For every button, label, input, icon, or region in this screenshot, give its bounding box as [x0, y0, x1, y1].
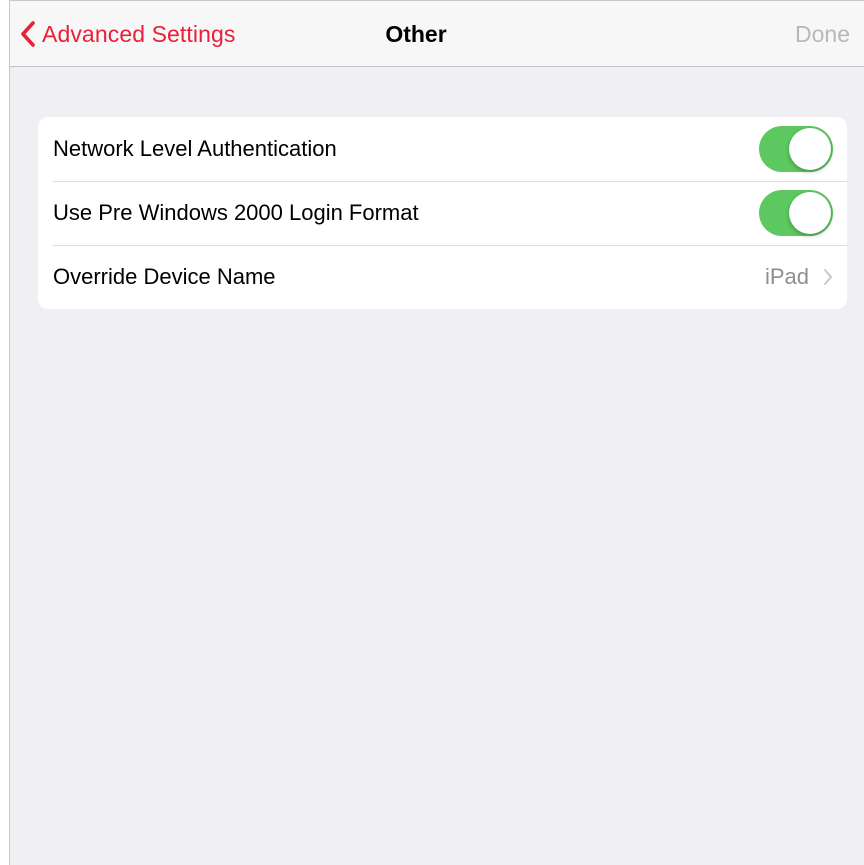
app-screen: Advanced Settings Other Done Network Lev…: [9, 0, 864, 865]
pre-windows-2000-login-toggle[interactable]: [759, 190, 833, 236]
done-button[interactable]: Done: [795, 21, 850, 48]
setting-label: Use Pre Windows 2000 Login Format: [53, 200, 419, 225]
device-name-value-group[interactable]: iPad: [765, 245, 833, 309]
setting-label: Override Device Name: [53, 264, 276, 289]
device-name-value: iPad: [764, 264, 809, 289]
setting-row-pre-windows-2000-login: Use Pre Windows 2000 Login Format: [38, 181, 847, 245]
network-level-authentication-toggle[interactable]: [759, 126, 833, 172]
chevron-right-icon: [823, 268, 833, 286]
toggle-knob: [789, 192, 831, 234]
chevron-left-icon: [20, 21, 42, 47]
back-button-label: Advanced Settings: [42, 20, 236, 47]
navigation-bar: Advanced Settings Other Done: [10, 1, 864, 67]
setting-row-override-device-name[interactable]: Override Device Name iPad: [38, 245, 847, 309]
settings-group: Network Level Authentication Use Pre Win…: [38, 117, 847, 309]
page-title: Other: [385, 21, 447, 47]
setting-label: Network Level Authentication: [53, 136, 337, 161]
toggle-knob: [789, 128, 831, 170]
back-button[interactable]: Advanced Settings: [20, 15, 236, 53]
setting-row-network-level-authentication: Network Level Authentication: [38, 117, 847, 181]
